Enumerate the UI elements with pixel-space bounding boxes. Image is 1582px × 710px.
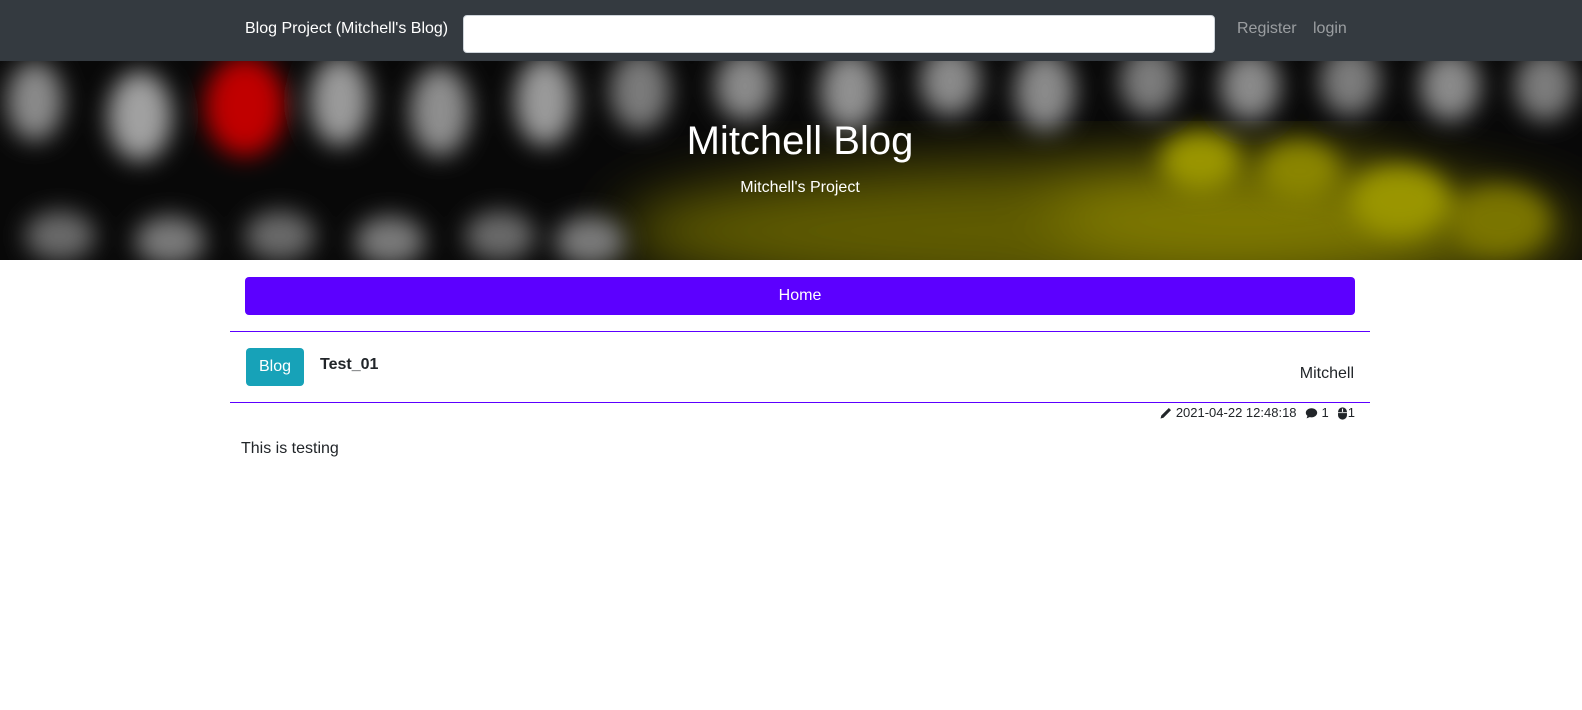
view-count: 1 <box>1347 404 1355 420</box>
post-author: Mitchell <box>1299 365 1354 382</box>
pencil-icon <box>1159 404 1172 419</box>
register-link[interactable]: Register <box>1237 20 1297 38</box>
hero-banner: Mitchell Blog Mitchell's Project <box>0 61 1582 260</box>
search-input[interactable] <box>463 15 1215 53</box>
category-badge[interactable]: Blog <box>246 348 304 386</box>
post-meta: 2021-04-22 12:48:18 1 1 <box>1159 403 1355 421</box>
top-navbar: Blog Project (Mitchell's Blog) Register … <box>0 0 1582 61</box>
hero-subtitle: Mitchell's Project <box>740 179 860 196</box>
mouse-icon <box>1337 404 1348 420</box>
navbar-brand[interactable]: Blog Project (Mitchell's Blog) <box>245 20 448 38</box>
comment-icon <box>1305 404 1318 419</box>
divider <box>230 331 1370 332</box>
post-title: Test_01 <box>320 356 379 373</box>
comment-count: 1 <box>1321 404 1329 420</box>
hero-title: Mitchell Blog <box>686 119 914 163</box>
login-link[interactable]: login <box>1313 20 1347 38</box>
post-date: 2021-04-22 12:48:18 <box>1175 404 1297 420</box>
post-body: This is testing <box>241 440 339 457</box>
home-button[interactable]: Home <box>245 277 1355 315</box>
